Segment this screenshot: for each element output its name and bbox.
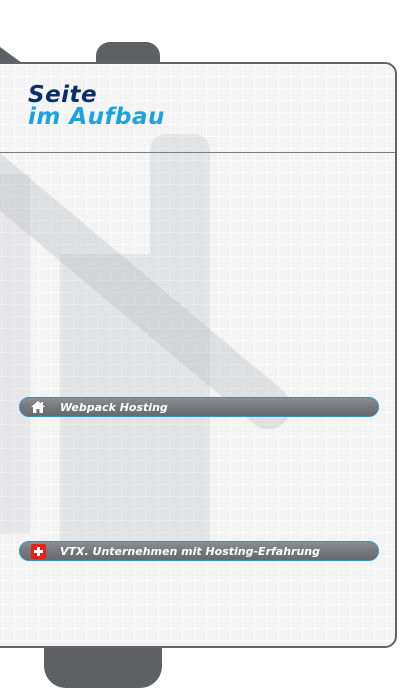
swiss-flag-icon <box>30 543 46 559</box>
content-panel: Seite im Aufbau Webpack Hosting VTX. Unt… <box>0 62 397 648</box>
webpack-hosting-label: Webpack Hosting <box>60 400 168 414</box>
vtx-company-link[interactable]: VTX. Unternehmen mit Hosting-Erfahrung <box>19 541 379 561</box>
title-divider <box>0 152 395 153</box>
page-title: Seite im Aufbau <box>28 82 165 130</box>
page-canvas: Seite im Aufbau Webpack Hosting VTX. Unt… <box>0 0 402 688</box>
home-icon <box>30 399 46 415</box>
vtx-company-label: VTX. Unternehmen mit Hosting-Erfahrung <box>60 544 320 558</box>
webpack-hosting-link[interactable]: Webpack Hosting <box>19 397 379 417</box>
title-line-1: Seite <box>28 82 98 108</box>
title-line-2: im Aufbau <box>28 104 165 130</box>
